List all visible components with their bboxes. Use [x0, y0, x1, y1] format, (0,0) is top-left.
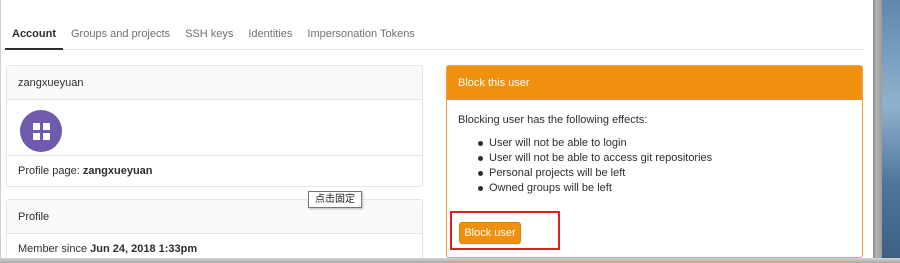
block-effects-description: Blocking user has the following effects: — [458, 114, 648, 126]
member-since-value: Jun 24, 2018 1:33pm — [90, 243, 198, 255]
pin-tooltip: 点击固定 — [308, 191, 362, 208]
tab-ssh-keys[interactable]: SSH keys — [178, 18, 240, 50]
tab-impersonation-tokens[interactable]: Impersonation Tokens — [300, 18, 421, 50]
block-effects-list: User will not be able to login User will… — [458, 136, 851, 196]
admin-user-page: Account Groups and projects SSH keys Ide… — [0, 0, 873, 263]
avatar-square — [42, 122, 50, 130]
avatar-square — [32, 122, 40, 130]
list-item: Personal projects will be left — [478, 166, 851, 181]
list-item: User will not be able to login — [478, 136, 851, 151]
tab-account[interactable]: Account — [5, 18, 63, 50]
block-user-title: Block this user — [447, 66, 862, 100]
window-scrollbar[interactable] — [873, 0, 882, 263]
list-item: Owned groups will be left — [478, 181, 851, 196]
profile-page-link[interactable]: zangxueyuan — [83, 165, 153, 177]
avatar-row — [7, 100, 422, 156]
tab-groups-and-projects[interactable]: Groups and projects — [64, 18, 177, 50]
avatar-square — [32, 132, 40, 140]
window-bottom-edge — [0, 258, 900, 263]
desktop-background — [882, 0, 900, 263]
username-header: zangxueyuan — [7, 66, 422, 100]
user-card: zangxueyuan Profile page: zangxueyuan — [6, 65, 423, 187]
profile-page-label: Profile page: — [18, 165, 80, 177]
profile-card: Profile Member since Jun 24, 2018 1:33pm — [6, 199, 423, 263]
list-item: User will not be able to access git repo… — [478, 151, 851, 166]
profile-page-row: Profile page: zangxueyuan — [7, 156, 422, 186]
member-since-label: Member since — [18, 243, 88, 255]
user-tabs: Account Groups and projects SSH keys Ide… — [5, 18, 863, 50]
block-user-button[interactable]: Block user — [459, 222, 521, 244]
avatar[interactable] — [20, 110, 62, 152]
avatar-square — [42, 132, 50, 140]
tab-identities[interactable]: Identities — [241, 18, 299, 50]
